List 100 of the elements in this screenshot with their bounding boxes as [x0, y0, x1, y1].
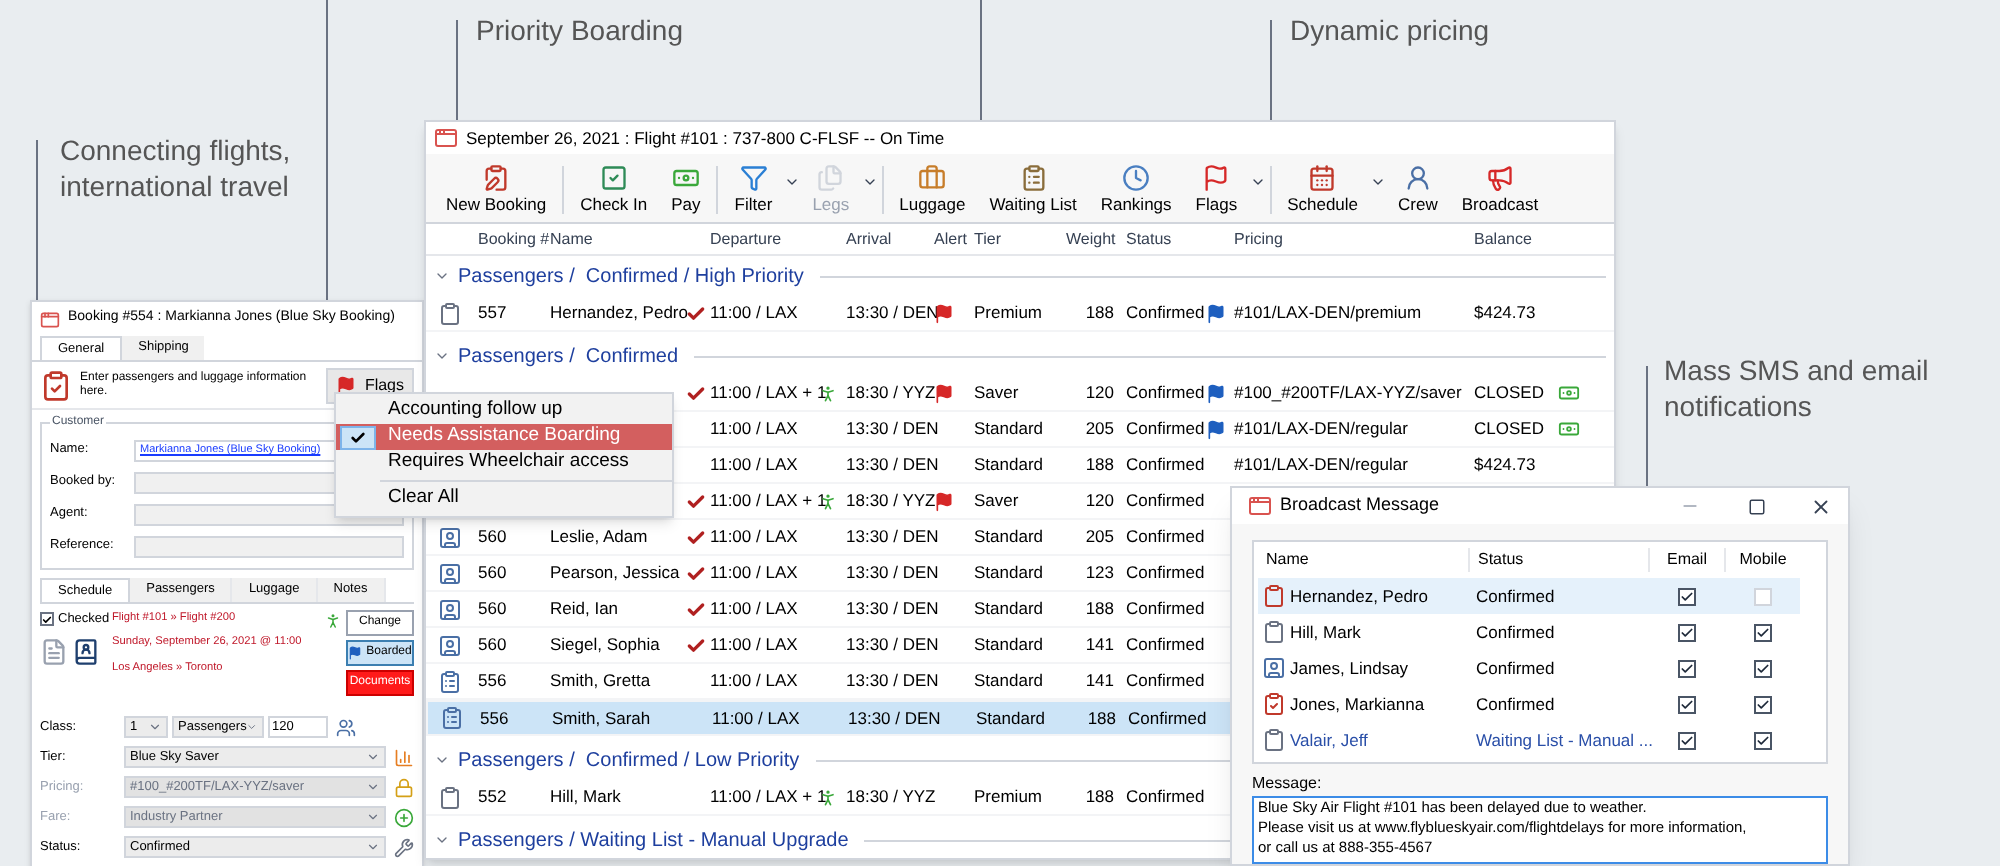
- checkbox[interactable]: [1753, 659, 1771, 677]
- table-cell: Standard: [974, 562, 1043, 583]
- table-cell: Standard: [974, 526, 1043, 547]
- column-header[interactable]: Email: [1648, 548, 1724, 572]
- table-cell: Confirmed: [1126, 786, 1205, 807]
- toolbar-button[interactable]: Broadcast: [1449, 164, 1551, 222]
- collapse-chevron-icon[interactable]: [434, 832, 450, 848]
- maximize-icon[interactable]: [1748, 497, 1766, 515]
- table-cell: Saver: [974, 490, 1019, 511]
- column-header[interactable]: Departure: [710, 227, 846, 251]
- table-cell-text: Confirmed: [1474, 619, 1557, 645]
- column-header[interactable]: Booking #: [478, 227, 550, 251]
- clipboard-icon: [438, 301, 462, 325]
- people-icon[interactable]: [336, 717, 356, 737]
- table-cell: 11:00 / LAX: [712, 707, 800, 728]
- table-cell: #101/LAX-DEN/premium: [1234, 302, 1422, 323]
- collapse-chevron-icon[interactable]: [434, 348, 450, 364]
- collapse-chevron-icon[interactable]: [434, 752, 450, 768]
- column-header[interactable]: Alert: [934, 227, 974, 251]
- table-cell: Standard: [974, 598, 1043, 619]
- pages-icon: [816, 164, 845, 193]
- bar-chart-icon[interactable]: [394, 747, 414, 767]
- check-icon: [1679, 625, 1693, 639]
- table-cell: 141: [1085, 634, 1114, 655]
- clipboard-check-icon: [40, 369, 72, 401]
- menu-item[interactable]: Needs Assistance Boarding: [336, 424, 672, 450]
- table-cell: Standard: [974, 418, 1043, 439]
- toolbar-button[interactable]: Schedule: [1275, 164, 1371, 222]
- checkbox[interactable]: [1677, 587, 1695, 605]
- leader-line: [1646, 366, 1648, 486]
- toolbar-button[interactable]: New Booking: [434, 164, 559, 222]
- list-row[interactable]: Hill, Mark Confirmed: [1258, 614, 1800, 650]
- group-title: Passengers / Confirmed / Low Priority: [458, 747, 800, 775]
- column-header[interactable]: Name: [550, 227, 710, 251]
- checkbox[interactable]: [1753, 623, 1771, 641]
- checkbox[interactable]: [1677, 695, 1695, 713]
- group-title: Passengers / Waiting List - Manual Upgrade: [458, 827, 849, 855]
- clipboard-icon: [438, 785, 462, 809]
- column-header[interactable]: Status: [1468, 548, 1648, 572]
- table-cell-text: Confirmed: [1474, 655, 1557, 681]
- table-cell: Confirmed: [1126, 526, 1205, 547]
- table-cell: Hill, Mark: [550, 786, 621, 807]
- column-header[interactable]: Balance: [1474, 227, 1590, 251]
- table-cell: 120: [1085, 382, 1114, 403]
- table-cell: 13:30 / DEN: [846, 634, 939, 655]
- table-cell: 560: [478, 562, 507, 583]
- checkbox[interactable]: [1677, 623, 1695, 641]
- window-title: September 26, 2021 : Flight #101 : 737-800 C-FLSF -- On Time: [466, 125, 945, 151]
- check-icon: [1755, 661, 1769, 675]
- person-icon: [1403, 164, 1432, 193]
- column-header[interactable]: Status: [1126, 227, 1234, 251]
- table-cell: Standard: [974, 454, 1043, 475]
- table-cell: 13:30 / DEN: [846, 562, 939, 583]
- column-header[interactable]: Name: [1258, 548, 1468, 572]
- app-icon: [40, 309, 60, 329]
- toolbar-button[interactable]: Check In: [568, 164, 660, 222]
- table-cell: 123: [1085, 562, 1114, 583]
- toolbar-button[interactable]: Luggage: [887, 164, 978, 222]
- toolbar-button[interactable]: Pay: [659, 164, 713, 222]
- table-cell-text: James, Lindsay: [1290, 655, 1411, 681]
- annotation-text: Mass SMS and email notifications: [1664, 352, 1931, 424]
- megaphone-icon: [1486, 164, 1515, 193]
- clipboard-icon: [1262, 584, 1286, 608]
- table-cell: Smith, Gretta: [550, 670, 651, 691]
- toolbar-button[interactable]: Flags: [1183, 164, 1250, 222]
- collapse-chevron-icon[interactable]: [434, 268, 450, 284]
- menu-item[interactable]: Clear All: [336, 486, 672, 512]
- flag-icon: [348, 646, 363, 660]
- table-cell: 13:30 / DEN: [846, 670, 939, 691]
- toolbar-button[interactable]: Crew: [1386, 164, 1450, 222]
- toolbar-button[interactable]: Waiting List: [977, 164, 1089, 222]
- table-cell: 11:00 / LAX + 1: [710, 382, 827, 403]
- table-cell: 188: [1085, 302, 1114, 323]
- check-icon: [1679, 589, 1693, 603]
- column-header[interactable]: Pricing: [1234, 227, 1474, 251]
- table-cell: Confirmed: [1126, 382, 1205, 403]
- checkbox-icon: [599, 164, 628, 193]
- list-row[interactable]: Hernandez, Pedro Confirmed: [1258, 578, 1800, 614]
- toolbar-button[interactable]: Filter: [722, 164, 785, 222]
- column-header[interactable]: Tier: [974, 227, 1066, 251]
- flag-icon: [1202, 164, 1231, 193]
- wrench-icon[interactable]: [394, 837, 414, 857]
- column-header[interactable]: Mobile: [1724, 548, 1800, 572]
- table-cell: 556: [480, 707, 509, 728]
- table-cell: 13:30 / DEN: [846, 598, 939, 619]
- column-header[interactable]: Weight: [1066, 227, 1126, 251]
- clipboard-icon: [1262, 620, 1286, 644]
- checkbox[interactable]: [1753, 731, 1771, 749]
- toolbar-button[interactable]: Rankings: [1088, 164, 1184, 222]
- table-cell: $424.73: [1474, 302, 1536, 323]
- app-icon: [1248, 494, 1272, 518]
- checkbox[interactable]: [1677, 731, 1695, 749]
- close-icon[interactable]: [1810, 495, 1832, 517]
- menu-item[interactable]: Accounting follow up: [336, 398, 672, 424]
- checkbox[interactable]: [1753, 695, 1771, 713]
- list-row[interactable]: James, Lindsay Confirmed: [1258, 650, 1800, 686]
- input-field[interactable]: [134, 535, 404, 557]
- column-header[interactable]: Arrival: [846, 227, 934, 251]
- checkbox[interactable]: [1677, 659, 1695, 677]
- table-cell: 552: [478, 786, 507, 807]
